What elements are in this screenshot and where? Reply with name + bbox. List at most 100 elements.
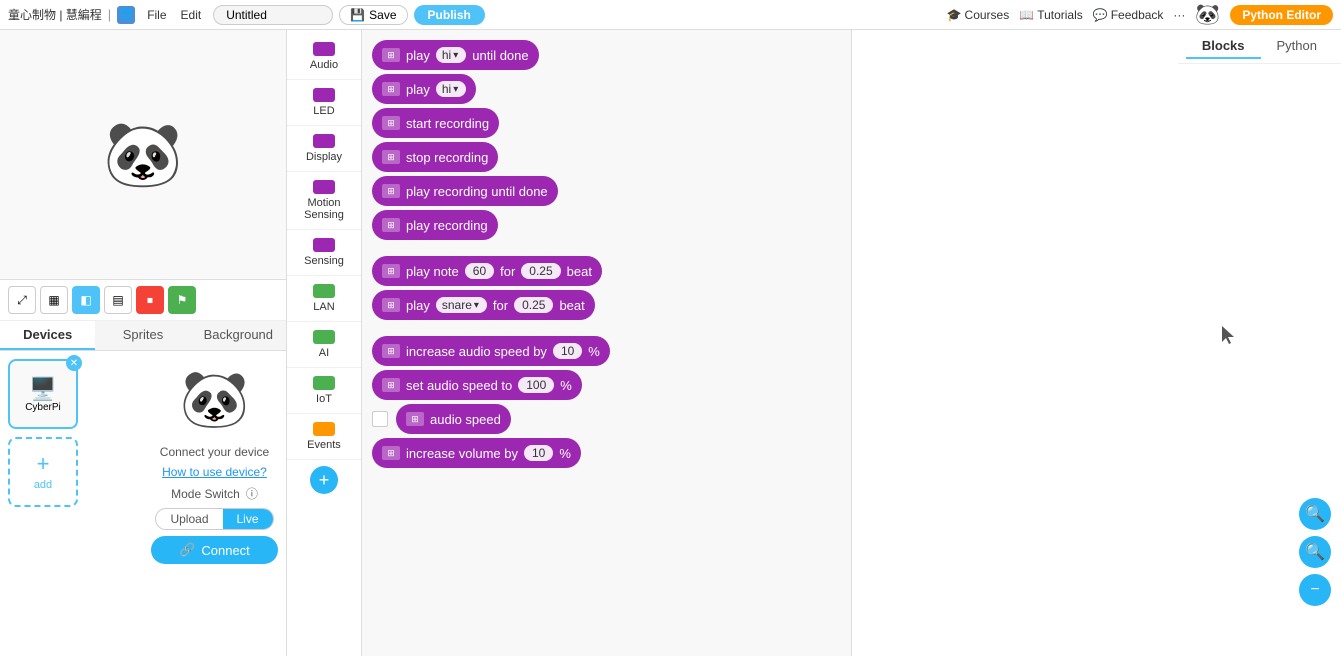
ai-icon: [313, 330, 335, 344]
tab-devices[interactable]: Devices: [0, 321, 95, 350]
tab-blocks[interactable]: Blocks: [1186, 34, 1261, 59]
sprite-image-area: 🐼: [155, 359, 275, 439]
sensing-label: Sensing: [304, 255, 344, 267]
category-led[interactable]: LED: [287, 80, 361, 126]
list-item: set audio speed to 100 %: [372, 370, 841, 400]
block-icon: [382, 150, 400, 164]
category-events[interactable]: Events: [287, 414, 361, 460]
led-label: LED: [313, 105, 334, 117]
zoom-out-button[interactable]: −: [1299, 574, 1331, 606]
volume-increase-input[interactable]: 10: [524, 445, 553, 461]
block-play-recording[interactable]: play recording: [372, 210, 498, 240]
run-button[interactable]: ⚑: [168, 286, 196, 314]
left-panel: 🐼 ⤢ ▦ ◧ ▤ ⏹ ⚑ Devices Sprites Background…: [0, 30, 287, 656]
motion-label: Motion Sensing: [291, 197, 357, 221]
category-iot[interactable]: IoT: [287, 368, 361, 414]
expand-button[interactable]: ⤢: [8, 286, 36, 314]
audio-icon: [313, 42, 335, 56]
list-item: play snare for 0.25 beat: [372, 290, 841, 320]
tutorials-link[interactable]: 📖 Tutorials: [1019, 8, 1083, 22]
category-display[interactable]: Display: [287, 126, 361, 172]
add-device-button[interactable]: + add: [8, 437, 78, 507]
topbar: 童心制物 | 慧編程 | 🌐 File Edit 💾 Save Publish …: [0, 0, 1341, 30]
menu-edit[interactable]: Edit: [175, 6, 208, 24]
play-sound-dropdown-2[interactable]: hi: [436, 81, 466, 97]
list-item: increase volume by 10 %: [372, 438, 841, 468]
block-icon: [382, 344, 400, 358]
courses-link[interactable]: 🎓 Courses: [947, 8, 1010, 22]
view-single-button[interactable]: ◧: [72, 286, 100, 314]
block-icon: [382, 264, 400, 278]
block-icon: [382, 446, 400, 460]
note-duration-input[interactable]: 0.25: [521, 263, 560, 279]
how-to-use-link[interactable]: How to use device?: [162, 465, 267, 479]
block-play-hi[interactable]: play hi: [372, 74, 476, 104]
category-sensing[interactable]: Sensing: [287, 230, 361, 276]
menu-file[interactable]: File: [141, 6, 172, 24]
connect-button[interactable]: 🔗 Connect: [151, 536, 278, 564]
publish-button[interactable]: Publish: [414, 5, 485, 25]
stop-button[interactable]: ⏹: [136, 286, 164, 314]
devices-content: ✕ 🖥️ CyberPi + add 🐼 Connect your device…: [0, 351, 286, 656]
mode-switch-help[interactable]: ⓘ: [246, 485, 258, 502]
topbar-right: 🎓 Courses 📖 Tutorials 💬 Feedback ··· 🐼 P…: [947, 2, 1333, 27]
feedback-link[interactable]: 💬 Feedback: [1093, 8, 1164, 22]
device-close-button[interactable]: ✕: [66, 355, 82, 371]
lan-label: LAN: [313, 301, 334, 313]
save-button[interactable]: 💾 Save: [339, 5, 407, 25]
category-audio[interactable]: Audio: [287, 34, 361, 80]
live-mode-option[interactable]: Live: [223, 509, 273, 529]
block-play-snare[interactable]: play snare for 0.25 beat: [372, 290, 595, 320]
list-item: play hi: [372, 74, 841, 104]
audio-label: Audio: [310, 59, 338, 71]
drum-type-dropdown[interactable]: snare: [436, 297, 487, 313]
block-play-note[interactable]: play note 60 for 0.25 beat: [372, 256, 602, 286]
controls-bar: ⤢ ▦ ◧ ▤ ⏹ ⚑: [0, 280, 286, 321]
zoom-in-button[interactable]: 🔍: [1299, 498, 1331, 530]
speed-increase-input[interactable]: 10: [553, 343, 582, 359]
block-play-recording-until-done[interactable]: play recording until done: [372, 176, 558, 206]
device-list: ✕ 🖥️ CyberPi + add: [0, 351, 143, 656]
zoom-fit-button[interactable]: 🔍: [1299, 536, 1331, 568]
courses-icon: 🎓: [947, 8, 962, 22]
view-list-button[interactable]: ▤: [104, 286, 132, 314]
category-ai[interactable]: AI: [287, 322, 361, 368]
categories-panel: Audio LED Display Motion Sensing Sensing…: [287, 30, 362, 656]
block-stop-recording[interactable]: stop recording: [372, 142, 498, 172]
view-tabs: Blocks Python: [1178, 30, 1341, 64]
category-motion[interactable]: Motion Sensing: [287, 172, 361, 230]
block-icon: [406, 412, 424, 426]
audio-speed-checkbox[interactable]: [372, 411, 388, 427]
python-editor-button[interactable]: Python Editor: [1230, 5, 1333, 25]
device-cyberpi[interactable]: ✕ 🖥️ CyberPi: [8, 359, 78, 429]
block-icon: [382, 378, 400, 392]
block-increase-audio-speed[interactable]: increase audio speed by 10 %: [372, 336, 610, 366]
iot-label: IoT: [316, 393, 332, 405]
block-start-recording[interactable]: start recording: [372, 108, 499, 138]
add-category-button[interactable]: +: [310, 466, 338, 494]
workspace[interactable]: Blocks Python 🔍 🔍 −: [852, 30, 1341, 656]
block-play-hi-until-done[interactable]: play hi until done: [372, 40, 539, 70]
project-title-input[interactable]: [213, 5, 333, 25]
speed-set-input[interactable]: 100: [518, 377, 554, 393]
play-sound-dropdown-1[interactable]: hi: [436, 47, 466, 63]
drum-duration-input[interactable]: 0.25: [514, 297, 553, 313]
block-audio-speed[interactable]: audio speed: [396, 404, 511, 434]
category-lan[interactable]: LAN: [287, 276, 361, 322]
sensing-icon: [313, 238, 335, 252]
upload-live-toggle: Upload Live: [155, 508, 273, 530]
list-item: play recording until done: [372, 176, 841, 206]
note-value-input[interactable]: 60: [465, 263, 494, 279]
tab-python[interactable]: Python: [1261, 34, 1333, 59]
events-label: Events: [307, 439, 341, 451]
block-increase-volume[interactable]: increase volume by 10 %: [372, 438, 581, 468]
more-button[interactable]: ···: [1173, 8, 1185, 22]
tab-background[interactable]: Background: [191, 321, 286, 350]
led-icon: [313, 88, 335, 102]
upload-mode-option[interactable]: Upload: [156, 509, 222, 529]
tab-sprites[interactable]: Sprites: [95, 321, 190, 350]
view-grid-button[interactable]: ▦: [40, 286, 68, 314]
add-icon: +: [37, 453, 50, 475]
list-item: stop recording: [372, 142, 841, 172]
block-set-audio-speed[interactable]: set audio speed to 100 %: [372, 370, 582, 400]
